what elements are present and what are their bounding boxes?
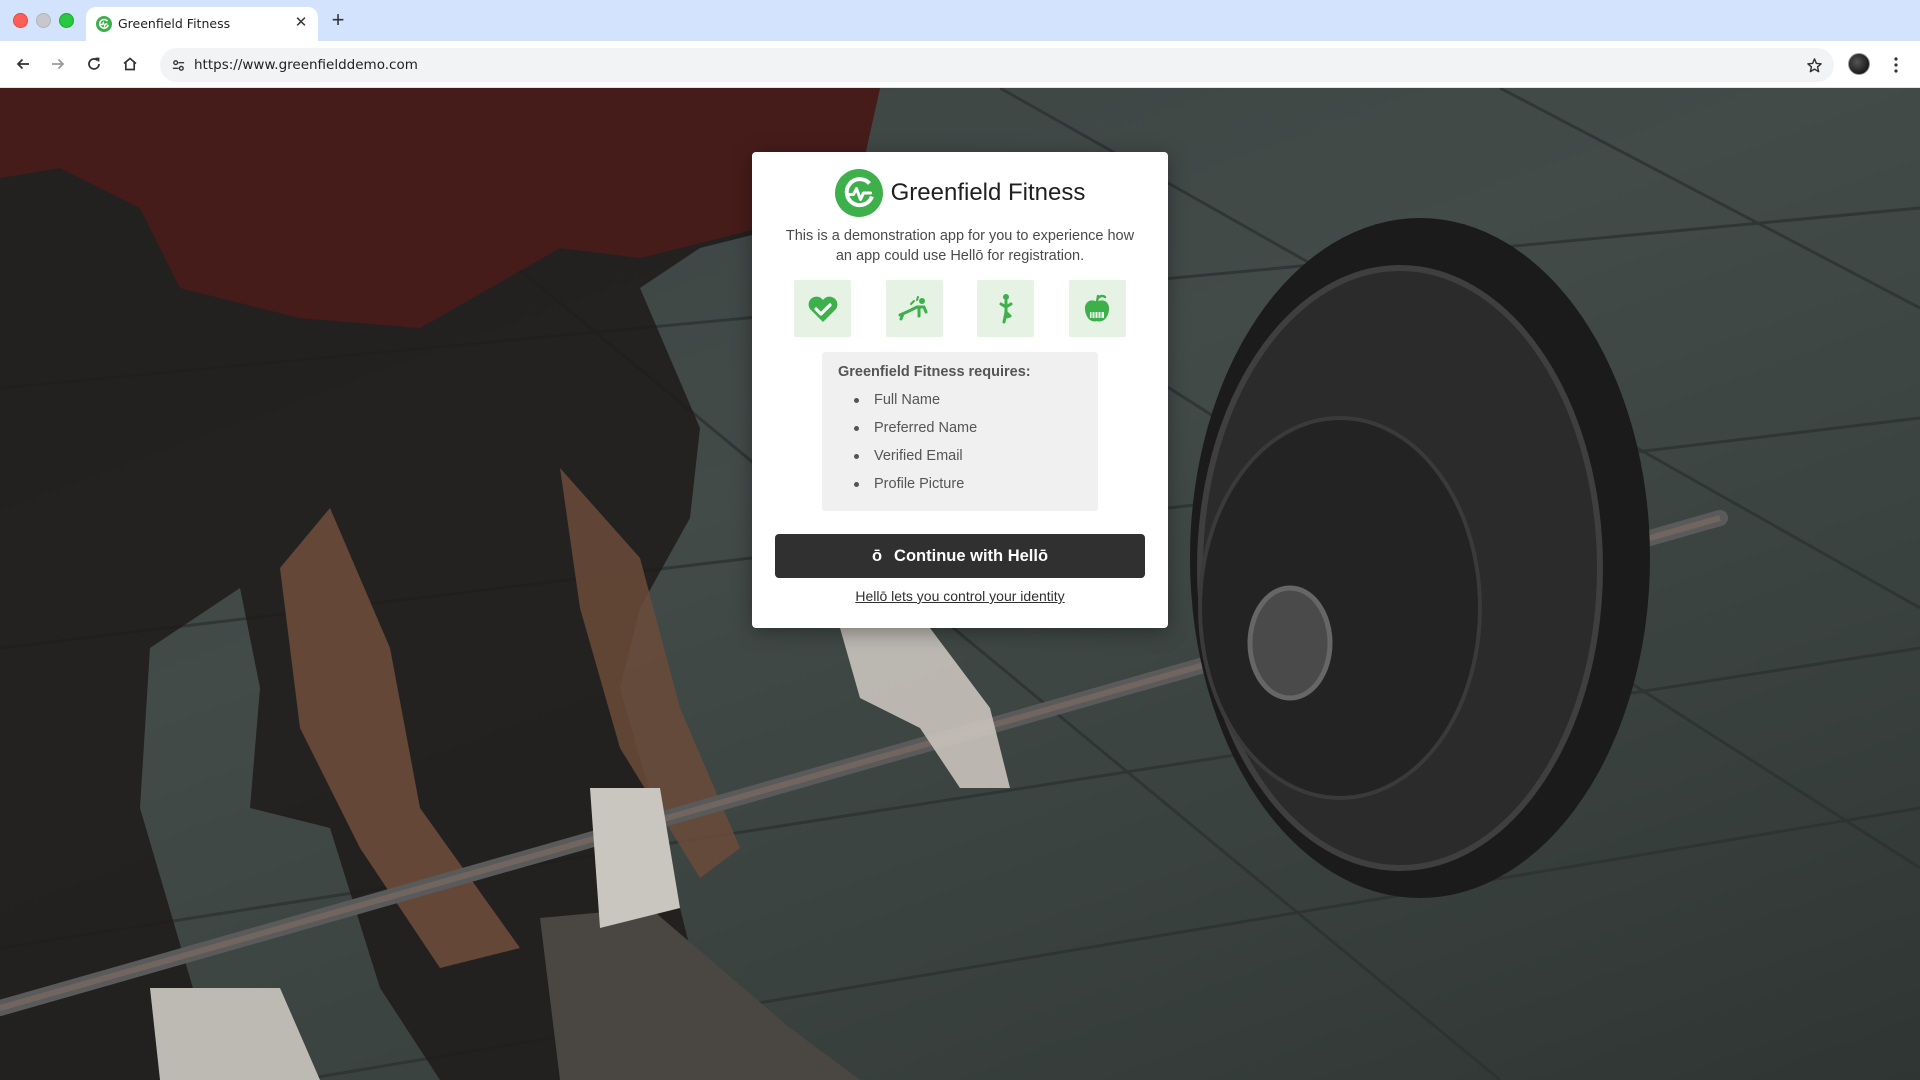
- tab-title: Greenfield Fitness: [118, 16, 231, 31]
- page-viewport: Greenfield Fitness This is a demonstrati…: [0, 88, 1920, 1080]
- greenfield-favicon-icon: [96, 16, 112, 32]
- requirement-item: Preferred Name: [852, 414, 1082, 442]
- close-icon[interactable]: ✕: [292, 14, 310, 32]
- greenfield-logo-icon: [834, 169, 883, 217]
- profile-avatar[interactable]: [1848, 53, 1870, 75]
- brand-header: Greenfield Fitness: [752, 169, 1168, 217]
- brand-name: Greenfield Fitness: [890, 179, 1086, 206]
- reload-icon[interactable]: [81, 51, 107, 77]
- address-bar[interactable]: https://www.greenfielddemo.com: [160, 48, 1834, 82]
- maximize-window-button[interactable]: [59, 13, 74, 28]
- close-window-button[interactable]: [13, 13, 28, 28]
- plus-icon[interactable]: +: [326, 9, 350, 33]
- yoga-icon: [977, 280, 1035, 337]
- requirement-item: Full Name: [852, 386, 1082, 414]
- browser-toolbar: https://www.greenfielddemo.com: [0, 41, 1920, 88]
- intro-text: This is a demonstration app for you to e…: [785, 228, 1135, 264]
- hello-identity-link[interactable]: Hellō lets you control your identity: [752, 588, 1168, 604]
- vertical-dots-icon[interactable]: [1884, 53, 1908, 77]
- apple-icon: [1068, 280, 1126, 337]
- forward-arrow-icon[interactable]: [45, 51, 71, 77]
- tab-bar: Greenfield Fitness ✕ +: [0, 0, 1920, 41]
- registration-card: Greenfield Fitness This is a demonstrati…: [752, 152, 1168, 628]
- pushup-icon: [885, 280, 943, 337]
- continue-label: Continue with Hellō: [894, 546, 1049, 565]
- back-arrow-icon[interactable]: [10, 51, 36, 77]
- star-icon[interactable]: [1804, 55, 1824, 75]
- tune-icon[interactable]: [168, 55, 188, 75]
- heart-check-icon: [794, 280, 851, 337]
- url-text[interactable]: https://www.greenfielddemo.com: [194, 57, 418, 73]
- requirements-box: Greenfield Fitness requires: Full Name P…: [822, 352, 1098, 511]
- requirements-title: Greenfield Fitness requires:: [838, 364, 1031, 380]
- minimize-window-button[interactable]: [36, 13, 51, 28]
- requirement-item: Verified Email: [852, 442, 1082, 470]
- hello-logo-icon: ō: [871, 546, 883, 565]
- feature-icons: [794, 280, 1126, 338]
- requirement-item: Profile Picture: [852, 470, 1082, 498]
- requirements-list: Full Name Preferred Name Verified Email …: [838, 386, 1082, 498]
- home-icon[interactable]: [117, 51, 143, 77]
- continue-with-hello-button[interactable]: ō Continue with Hellō: [775, 534, 1145, 578]
- browser-tab[interactable]: Greenfield Fitness ✕: [86, 7, 318, 41]
